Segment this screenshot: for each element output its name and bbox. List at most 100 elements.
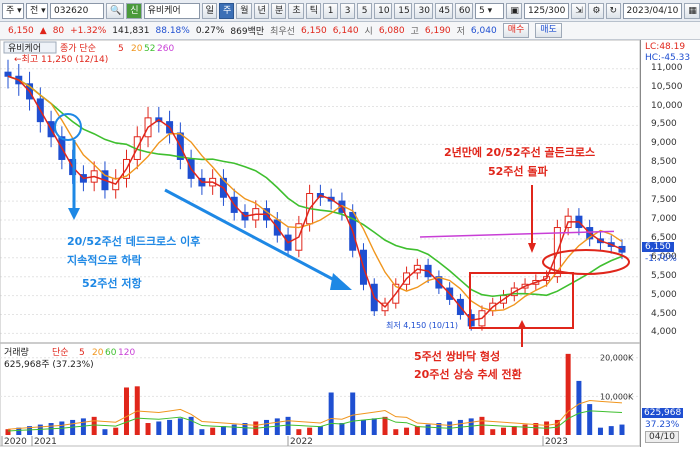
tab-year[interactable]: 년 xyxy=(253,2,270,19)
settings-icon[interactable]: ⚙ xyxy=(588,2,604,19)
annotation-resist: 52주선 저항 xyxy=(82,276,142,290)
count-value: 125/300 xyxy=(527,5,566,16)
tab-tick[interactable]: 틱 xyxy=(305,2,322,19)
y-tick-label: 8,000 xyxy=(651,176,677,187)
chart-area[interactable]: 2020 2021 2022 2023 유비케어 종가 단순 5 20 52 260 ←최고 11,… xyxy=(0,39,641,447)
annotation-bottom-1: 5주선 쌍바닥 형성 xyxy=(414,349,500,363)
x-axis-label: 2021 xyxy=(34,437,57,447)
volume-bar xyxy=(371,418,377,435)
volume-bar xyxy=(587,404,593,435)
volume-ma-legend-60: 60 xyxy=(105,348,117,358)
stock-code-input[interactable]: 032620 xyxy=(50,2,105,19)
hc-label: HC:-45.33 xyxy=(645,53,691,63)
volume-bar xyxy=(339,423,345,435)
interval-15[interactable]: 15 xyxy=(394,2,413,19)
tab-month[interactable]: 월 xyxy=(236,2,252,19)
interval-10[interactable]: 10 xyxy=(374,2,393,19)
search-button[interactable]: 🔍 xyxy=(106,2,125,19)
interval-1[interactable]: 1 xyxy=(323,2,339,19)
y-tick-label: 4,500 xyxy=(651,308,677,319)
volume-bar xyxy=(393,429,399,435)
credit-badge: 신 xyxy=(126,2,142,19)
sell-button[interactable]: 매도 xyxy=(535,23,562,38)
lock-icon[interactable]: ▣ xyxy=(506,2,522,19)
min-price-note: 최저 4,150 (10/11) xyxy=(386,320,458,330)
low-price: 6,040 xyxy=(470,25,497,36)
candle-body xyxy=(4,71,12,77)
interval-3[interactable]: 3 xyxy=(340,2,356,19)
volume-current-tag: 625,968 xyxy=(642,408,684,418)
volume-bar xyxy=(597,427,603,435)
volume-bar xyxy=(501,427,507,435)
open-price: 6,080 xyxy=(378,25,405,36)
stock-name-field: 유비케어 xyxy=(143,2,200,19)
y-axis: LC:48.19 HC:-45.33 11,000 10,500 10,000 9,5… xyxy=(640,40,700,447)
volume-ratio: 88.18% xyxy=(155,25,190,36)
volume-y-tick: 10,000K xyxy=(600,392,634,401)
chart-toolbar: 주 ▾ 전 ▾ 032620 🔍 신 유비케어 일 주 월 년 분 초 틱 1 … xyxy=(0,0,700,22)
best-bid: 6,140 xyxy=(332,25,359,36)
ma-legend-5: 5 xyxy=(118,44,124,54)
annotation-dead-cross-2: 지속적으로 하락 xyxy=(67,253,142,267)
interval-5[interactable]: 5 xyxy=(357,2,373,19)
annotation-dead-cross-1: 20/52주선 데드크로스 이후 xyxy=(67,234,200,248)
expand-icon[interactable]: ⇲ xyxy=(571,2,587,19)
volume-bar xyxy=(167,419,173,435)
tab-week[interactable]: 주 xyxy=(218,2,235,19)
volume-bar xyxy=(511,426,517,435)
volume-bar xyxy=(307,427,313,435)
y-tick-label: 4,000 xyxy=(651,327,677,338)
x-axis-end-date: 04/10 xyxy=(645,431,679,443)
y-tick-label: 9,500 xyxy=(651,119,677,130)
interval-30[interactable]: 30 xyxy=(414,2,433,19)
volume-value: 141,831 xyxy=(112,25,150,36)
calendar-icon[interactable]: ▦ xyxy=(684,2,700,19)
code-type-select[interactable]: 주 ▾ xyxy=(2,2,24,19)
volume-bar xyxy=(382,416,388,435)
price-volume-chart[interactable]: 2020 2021 2022 2023유비케어 종가 단순 5 20 52 260←최고 11,… xyxy=(0,39,641,447)
x-axis-label: 2023 xyxy=(545,437,568,447)
volume-bar xyxy=(317,426,323,435)
annotation-golden-cross-1: 2년만에 20/52주선 골든크로스 xyxy=(444,145,595,159)
best-ask: 6,150 xyxy=(301,25,327,36)
volume-ma-legend-20: 20 xyxy=(92,348,104,358)
volume-bar xyxy=(123,387,129,435)
date-input[interactable]: 2023/04/10 xyxy=(622,2,683,19)
up-arrow-icon: ▲ xyxy=(39,25,47,36)
volume-bar xyxy=(113,427,119,435)
volume-bar xyxy=(231,424,237,435)
volume-bar xyxy=(145,423,151,435)
stock-tab-label: 유비케어 xyxy=(8,43,41,54)
count-input[interactable]: 125/300 xyxy=(523,2,570,19)
tab-minute[interactable]: 분 xyxy=(271,2,287,19)
interval-60[interactable]: 60 xyxy=(454,2,474,19)
volume-bar xyxy=(91,416,97,435)
y-tick-label: 7,000 xyxy=(651,213,677,224)
volume-y-tick: 20,000K xyxy=(600,354,634,363)
refresh-icon[interactable]: ↻ xyxy=(605,2,621,19)
price-legend-label: 종가 단순 xyxy=(60,43,96,54)
volume-bar xyxy=(199,429,205,435)
volume-bar xyxy=(360,419,366,435)
volume-bar xyxy=(296,429,302,435)
stock-name-value: 유비케어 xyxy=(147,5,181,16)
y-tick-label: 8,500 xyxy=(651,157,677,168)
tab-day[interactable]: 일 xyxy=(201,2,217,19)
stock-code-value: 032620 xyxy=(54,5,89,16)
volume-bar xyxy=(490,429,496,435)
market-select[interactable]: 전 ▾ xyxy=(26,2,48,19)
tab-second[interactable]: 초 xyxy=(288,2,304,19)
buy-button[interactable]: 매수 xyxy=(502,23,530,38)
interval-select[interactable]: 5 ▾ xyxy=(475,2,505,19)
volume-value-note: 625,968주 (37.23%) xyxy=(4,359,94,370)
interval-value: 5 xyxy=(479,5,485,16)
down-arrow-icon xyxy=(68,208,80,220)
current-price-tag: 6,150 xyxy=(642,242,674,252)
volume-bar xyxy=(5,429,11,435)
volume-bar xyxy=(285,416,291,435)
volume-bar xyxy=(220,426,226,435)
interval-45[interactable]: 45 xyxy=(434,2,453,19)
volume-bar xyxy=(479,416,485,435)
open-label: 시 xyxy=(364,27,373,37)
y-tick-label: 7,500 xyxy=(651,195,677,206)
